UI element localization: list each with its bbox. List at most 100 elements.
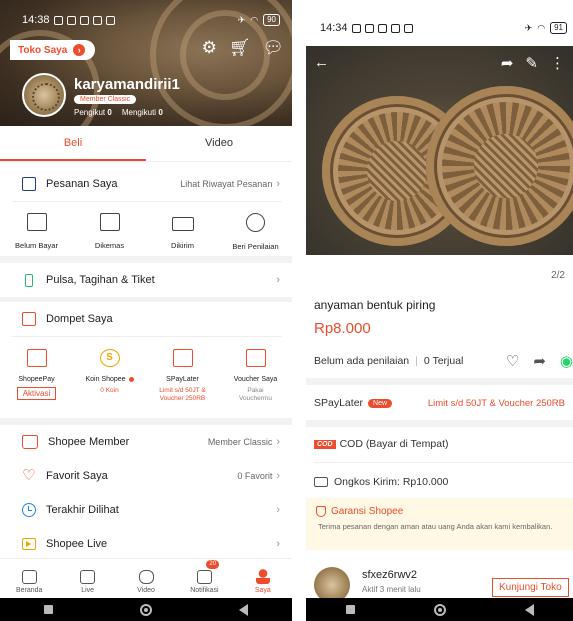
live-tv-icon	[80, 570, 96, 584]
truck-icon	[171, 217, 194, 231]
terakhir-dilihat-label: Terakhir Dilihat	[46, 504, 119, 516]
notification-dot	[128, 377, 134, 382]
dompet-saya-row[interactable]: Dompet Saya	[0, 302, 292, 336]
favorit-count: 0 Favorit	[237, 471, 273, 481]
member-badge[interactable]: Member Classic	[74, 95, 137, 104]
cod-row: COD COD (Bayar di Tempat)	[306, 427, 573, 461]
share-icon[interactable]: ➦	[501, 54, 514, 72]
nav-video-label: Video	[137, 587, 155, 594]
battery-icon: 91	[550, 22, 567, 34]
gallery-icon	[66, 15, 76, 25]
star-icon	[246, 213, 265, 232]
back-icon[interactable]	[239, 603, 249, 616]
video-play-icon	[138, 570, 154, 584]
nav-live-label: Live	[81, 587, 95, 594]
alarm-icon	[53, 15, 63, 25]
tab-beli[interactable]: Beli	[0, 126, 146, 161]
nav-beranda[interactable]: Beranda	[0, 559, 58, 598]
riwayat-pesanan-link[interactable]: Lihat Riwayat Pesanan	[180, 179, 272, 189]
image-toolbar: ← ➦ ✎ ⋮	[306, 54, 573, 72]
gallery-icon	[364, 23, 374, 33]
chevron-right-icon: ›	[276, 504, 280, 516]
more-icon[interactable]: ⋮	[550, 54, 565, 72]
product-image[interactable]	[306, 46, 573, 255]
settings-icon[interactable]: ⚙	[202, 38, 217, 58]
koin-shopee-button[interactable]: S Koin Shopee 0 Koin	[73, 349, 146, 403]
dikirim-button[interactable]: Dikirim	[146, 213, 219, 251]
youtube-icon	[92, 15, 102, 25]
recents-icon[interactable]	[345, 605, 355, 614]
shopee-member-row[interactable]: Shopee Member Member Classic ›	[0, 425, 292, 459]
koin-value: 0 Koin	[100, 387, 119, 394]
nav-saya[interactable]: Saya	[234, 559, 292, 598]
tab-video[interactable]: Video	[146, 126, 292, 161]
terakhir-dilihat-row[interactable]: Terakhir Dilihat ›	[0, 493, 292, 527]
status-left: 14:34	[320, 22, 413, 34]
header-actions: ⚙ 🛒︎ 💬︎	[202, 38, 284, 58]
home-button-icon[interactable]	[433, 603, 446, 616]
left-screen-profile: 14:38 ✈ ◠ 90 Toko Saya › ⚙ 🛒︎ 💬︎ karyama…	[0, 0, 292, 621]
aktivasi-button[interactable]: Aktivasi	[16, 387, 57, 400]
favorit-saya-row[interactable]: ♡ Favorit Saya 0 Favorit ›	[0, 459, 292, 493]
chevron-right-icon: ›	[276, 538, 280, 550]
wallet-grid: ShopeePay Aktivasi S Koin Shopee 0 Koin …	[0, 349, 292, 403]
nav-video[interactable]: Video	[117, 559, 175, 598]
cart-icon[interactable]: 🛒︎	[229, 38, 251, 58]
shopeepay-button[interactable]: ShopeePay Aktivasi	[0, 349, 73, 403]
nav-saya-label: Saya	[254, 587, 271, 594]
pulsa-row[interactable]: Pulsa, Tagihan & Tiket ›	[0, 263, 292, 297]
dompet-saya-label: Dompet Saya	[46, 313, 113, 325]
chevron-right-icon: ›	[276, 178, 280, 190]
wifi-icon: ◠	[537, 22, 546, 33]
kunjungi-toko-button[interactable]: Kunjungi Toko	[492, 578, 569, 597]
spaylater-label: SPayLater	[314, 397, 364, 409]
airplane-icon: ✈	[237, 14, 246, 25]
pesanan-saya-label: Pesanan Saya	[46, 178, 118, 190]
edit-icon[interactable]: ✎	[525, 54, 538, 72]
dikirim-label: Dikirim	[171, 241, 194, 250]
status-bar: 14:38	[22, 14, 115, 26]
shield-icon	[316, 506, 326, 517]
voucher-saya-label: Voucher Saya	[233, 376, 278, 383]
belum-bayar-button[interactable]: Belum Bayar	[0, 213, 73, 251]
voucher-saya-button[interactable]: Voucher Saya Pakai Vouchermu	[219, 349, 292, 403]
share-icon[interactable]: ➦	[533, 352, 546, 370]
back-arrow-icon[interactable]: ←	[314, 54, 329, 72]
chat-icon[interactable]: 💬︎	[262, 38, 284, 58]
beri-penilaian-button[interactable]: Beri Penilaian	[219, 213, 292, 251]
heart-icon[interactable]: ♡	[506, 352, 519, 370]
shopee-live-row[interactable]: Shopee Live ›	[0, 527, 292, 561]
spaylater-button[interactable]: SPayLater Limit s/d 50JT & Voucher 250RB	[146, 349, 219, 403]
box-icon	[99, 213, 120, 231]
sold-count: 0 Terjual	[423, 355, 464, 367]
rating-row: Belum ada penilaian | 0 Terjual ♡ ➦ ◉	[314, 352, 573, 370]
spaylater-row[interactable]: SPayLater New Limit s/d 50JT & Voucher 2…	[306, 386, 573, 420]
mengikuti-label: Mengikuti	[121, 108, 157, 117]
voucher-sub: Pakai Vouchermu	[239, 387, 272, 402]
nav-notifikasi-label: Notifikasi	[190, 587, 219, 594]
image-pager: 2/2	[551, 270, 565, 281]
nav-live[interactable]: Live	[58, 559, 116, 598]
whatsapp-icon[interactable]: ◉	[560, 352, 573, 370]
toko-saya-label: Toko Saya	[18, 44, 68, 56]
pengikut-stat[interactable]: Pengikut 0	[74, 108, 112, 117]
toko-saya-button[interactable]: Toko Saya ›	[10, 40, 96, 60]
wallet-icon	[22, 312, 36, 326]
home-button-icon[interactable]	[139, 603, 152, 616]
status-time: 14:38	[22, 14, 50, 26]
dikemas-button[interactable]: Dikemas	[73, 213, 146, 251]
person-icon	[255, 569, 270, 584]
new-badge: New	[368, 398, 393, 408]
ongkos-kirim-row[interactable]: Ongkos Kirim: Rp10.000	[306, 465, 573, 499]
mengikuti-value: 0	[158, 108, 163, 117]
pesanan-saya-row[interactable]: Pesanan Saya Lihat Riwayat Pesanan ›	[0, 167, 292, 201]
nav-notifikasi[interactable]: 20 Notifikasi	[175, 559, 233, 598]
back-icon[interactable]	[524, 603, 534, 616]
avatar[interactable]	[22, 73, 66, 117]
whatsapp-icon	[377, 23, 387, 33]
phone-icon	[25, 273, 33, 287]
recents-icon[interactable]	[43, 605, 53, 614]
member-level: Member Classic	[207, 437, 273, 447]
chevron-right-icon: ›	[276, 436, 280, 448]
mengikuti-stat[interactable]: Mengikuti 0	[122, 108, 163, 117]
